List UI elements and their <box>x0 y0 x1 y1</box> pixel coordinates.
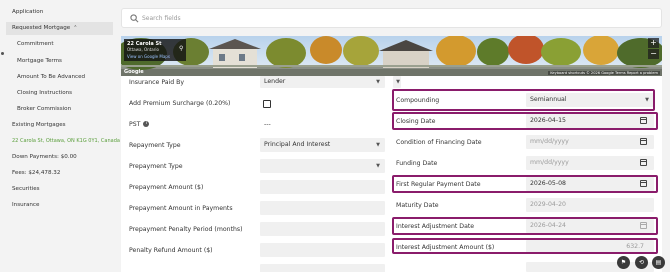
highlight-interest-adjustment-date <box>392 217 658 235</box>
prior-field-edge: ▼ <box>393 76 401 88</box>
condition-of-financing-date-value: mm/dd/yyyy <box>530 138 569 145</box>
maturity-date-label: Maturity Date <box>396 202 439 209</box>
add-premium-surcharge-checkbox[interactable] <box>263 100 271 108</box>
sidebar-item-requested-mortgage[interactable]: Requested Mortgage ⌃ <box>12 25 77 31</box>
chevron-down-icon: ▼ <box>396 79 400 85</box>
maturity-date-value: 2029-04-20 <box>530 201 566 208</box>
view-on-google-maps-link[interactable]: View on Google Maps <box>127 54 183 59</box>
repayment-type-select[interactable]: Principal And Interest ▼ <box>260 138 385 152</box>
info-icon[interactable]: i <box>143 121 150 127</box>
repayment-type-value: Principal And Interest <box>264 141 331 148</box>
pst-label-text: PST <box>129 121 141 128</box>
prepayment-amount-in-payments-input[interactable] <box>260 201 385 215</box>
funding-date-value: mm/dd/yyyy <box>530 159 569 166</box>
chevron-down-icon: ▼ <box>376 163 380 169</box>
sidebar-item-broker-commission[interactable]: Broker Commission <box>17 106 71 112</box>
search-input[interactable] <box>142 11 642 25</box>
street-view-image <box>121 36 662 76</box>
sidebar-item-insurance[interactable]: Insurance <box>12 202 39 208</box>
prepayment-penalty-period-input[interactable] <box>260 222 385 236</box>
document-button[interactable]: ▤ <box>652 256 665 269</box>
sidebar-item-amount-to-be-advanced[interactable]: Amount To Be Advanced <box>17 74 85 80</box>
sidebar-item-closing-instructions[interactable]: Closing Instructions <box>17 90 72 96</box>
map-subtitle: Ottawa, Ontario <box>127 47 159 52</box>
sidebar-item-fees[interactable]: Fees: $24,478.32 <box>12 170 60 176</box>
main-panel: 22 Carola St Ottawa, Ontario View on Goo… <box>121 36 662 272</box>
prepayment-type-label: Prepayment Type <box>129 163 183 170</box>
sidebar-item-securities[interactable]: Securities <box>12 186 40 192</box>
add-premium-surcharge-label: Add Premium Surcharge (0.20%) <box>129 100 231 107</box>
zoom-out-button[interactable]: − <box>648 49 659 59</box>
funding-date-label: Funding Date <box>396 160 438 167</box>
street-view-map[interactable]: 22 Carola St Ottawa, Ontario View on Goo… <box>121 36 662 76</box>
map-footer[interactable]: Keyboard shortcuts © 2026 Google Terms R… <box>548 71 660 75</box>
calendar-icon[interactable] <box>640 138 647 145</box>
highlight-interest-adjustment-amount <box>392 238 658 254</box>
pst-value: --- <box>264 121 271 128</box>
google-logo: Google <box>124 69 144 75</box>
prepayment-amount-label: Prepayment Amount ($) <box>129 184 204 191</box>
insurance-paid-by-label: Insurance Paid By <box>129 79 185 86</box>
sidebar: Application Requested Mortgage ⌃ Commitme… <box>0 0 120 272</box>
history-button[interactable]: ⟲ <box>635 256 648 269</box>
repayment-type-label: Repayment Type <box>129 142 181 149</box>
sidebar-item-property-address[interactable]: 22 Carola St, Ottawa, ON K1G 0Y1, Canada <box>12 138 120 144</box>
highlight-compounding <box>392 89 655 111</box>
search-bar <box>121 8 662 28</box>
chevron-down-icon: ▼ <box>376 79 380 85</box>
sidebar-item-label: Requested Mortgage <box>12 25 71 31</box>
penalty-refund-amount-input[interactable] <box>260 243 385 257</box>
flag-button[interactable]: ⚑ <box>617 256 630 269</box>
prepayment-type-select[interactable]: ▼ <box>260 159 385 173</box>
sidebar-item-commitment[interactable]: Commitment <box>17 41 54 47</box>
pst-label: PST i <box>129 121 150 128</box>
prepayment-penalty-period-label: Prepayment Penalty Period (months) <box>129 226 243 233</box>
left-edge-dot <box>1 52 4 55</box>
condition-of-financing-date-label: Condition of Financing Date <box>396 139 482 146</box>
sidebar-item-mortgage-terms[interactable]: Mortgage Terms <box>17 58 62 64</box>
search-icon <box>130 14 139 23</box>
location-pin-icon: ⚲ <box>179 45 184 52</box>
highlight-closing-date <box>392 112 658 130</box>
condition-of-financing-date-input[interactable]: mm/dd/yyyy <box>526 135 654 149</box>
sidebar-item-existing-mortgages[interactable]: Existing Mortgages <box>12 122 66 128</box>
sidebar-item-application[interactable]: Application <box>12 9 43 15</box>
chevron-up-icon: ⌃ <box>73 25 78 31</box>
map-info-card: 22 Carola St Ottawa, Ontario View on Goo… <box>124 39 186 61</box>
zoom-in-button[interactable]: + <box>648 38 659 48</box>
highlight-first-regular-payment-date <box>392 175 658 193</box>
prepayment-amount-input[interactable] <box>260 180 385 194</box>
insurance-paid-by-value: Lender <box>264 78 286 85</box>
insurance-paid-by-select[interactable]: Lender ▼ <box>260 76 385 88</box>
calendar-icon[interactable] <box>640 159 647 166</box>
next-field-input[interactable] <box>260 264 385 272</box>
funding-date-input[interactable]: mm/dd/yyyy <box>526 156 654 170</box>
sidebar-item-down-payments[interactable]: Down Payments: $0.00 <box>12 154 77 160</box>
penalty-refund-amount-label: Penalty Refund Amount ($) <box>129 247 213 254</box>
chevron-down-icon: ▼ <box>376 142 380 148</box>
prepayment-amount-in-payments-label: Prepayment Amount in Payments <box>129 205 233 212</box>
maturity-date-field: 2029-04-20 <box>526 198 654 212</box>
